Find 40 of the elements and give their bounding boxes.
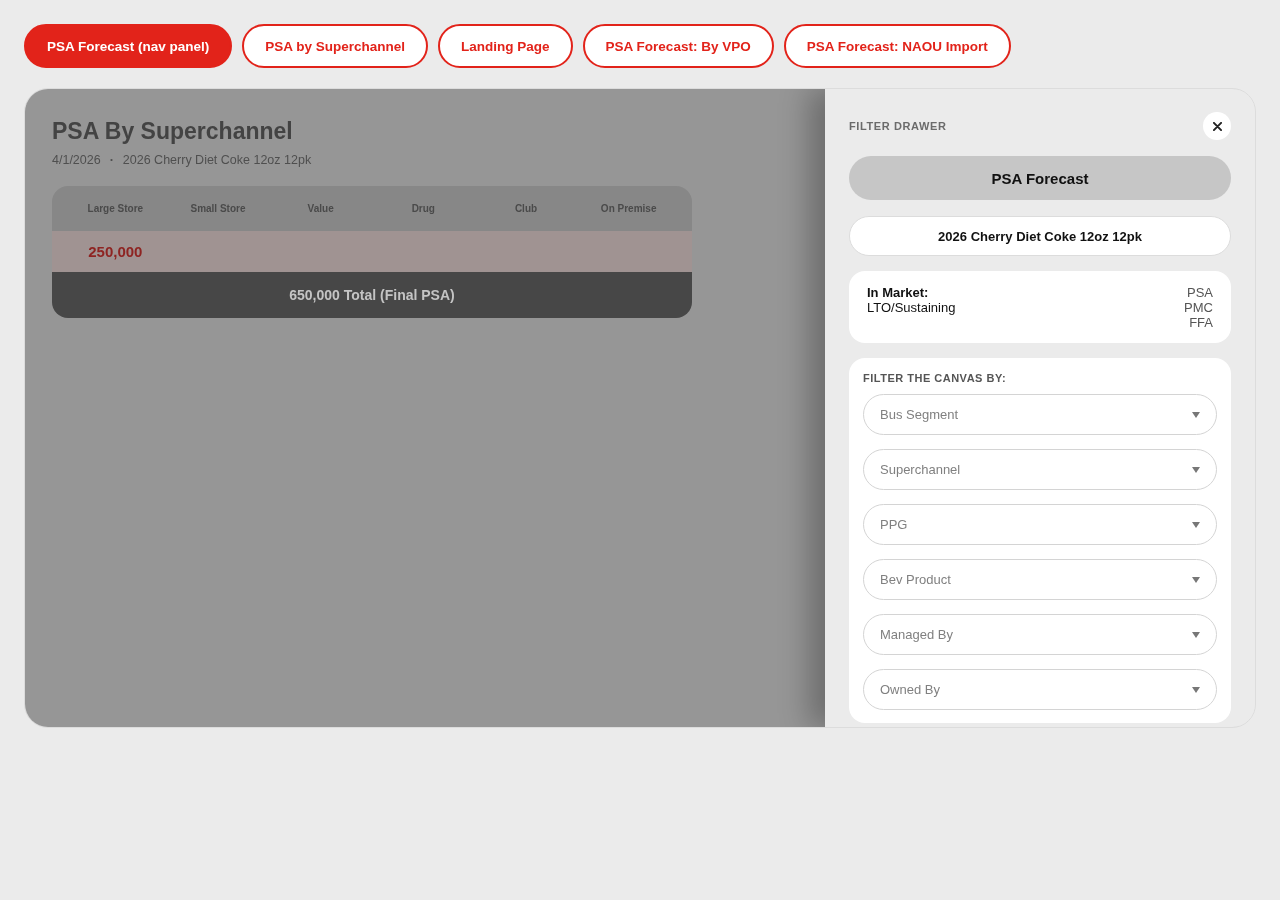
- total-row: 650,000 Total (Final PSA): [52, 272, 692, 318]
- column-header: Club: [514, 203, 538, 214]
- status-value: LTO/Sustaining: [867, 300, 956, 315]
- caret-icon: [1192, 411, 1200, 418]
- status-tag: FFA: [1189, 315, 1213, 330]
- select-field[interactable]: Bus Segment: [863, 394, 1217, 435]
- status-tag: PSA: [1187, 285, 1213, 300]
- select-field[interactable]: Managed By: [863, 614, 1217, 655]
- close-icon: [1212, 121, 1222, 131]
- status-tag: PMC: [1184, 300, 1213, 315]
- view-button[interactable]: PSA Forecast: [849, 156, 1231, 200]
- caret-icon: [1192, 521, 1200, 528]
- column-header: Small Store: [190, 203, 246, 214]
- nav-tab[interactable]: PSA Forecast: NAOU Import: [783, 24, 1011, 68]
- caret-icon: [1192, 686, 1200, 693]
- column-header: Value: [307, 203, 334, 214]
- select-field[interactable]: Owned By: [863, 669, 1217, 710]
- caret-icon: [1192, 631, 1200, 638]
- close-button[interactable]: [1203, 112, 1231, 140]
- select-field[interactable]: Superchannel: [863, 449, 1217, 490]
- product-button[interactable]: 2026 Cherry Diet Coke 12oz 12pk: [849, 216, 1231, 256]
- column-header: On Premise: [600, 203, 657, 214]
- nav-tab[interactable]: PSA Forecast (nav panel): [24, 24, 233, 68]
- report-date: 4/1/2026: [52, 152, 101, 168]
- select-field[interactable]: PPG: [863, 504, 1217, 545]
- report-product: 2026 Cherry Diet Coke 12oz 12pk: [122, 152, 312, 168]
- column-header: Drug: [411, 203, 435, 214]
- drawer-title: FILTER DRAWER: [849, 120, 947, 132]
- report-title: PSA By Superchannel: [52, 117, 293, 146]
- filter-title: FILTER THE CANVAS BY:: [863, 372, 1008, 384]
- nav-tab[interactable]: PSA Forecast: By VPO: [582, 24, 774, 68]
- subtitle-separator: ·: [109, 152, 114, 168]
- table-cell: 250,000: [88, 243, 143, 260]
- status-label: In Market:: [867, 285, 930, 300]
- caret-icon: [1192, 466, 1200, 473]
- nav-tab[interactable]: PSA by Superchannel: [242, 24, 429, 68]
- nav-tab[interactable]: Landing Page: [438, 24, 573, 68]
- caret-icon: [1192, 576, 1200, 583]
- column-header: Large Store: [87, 203, 144, 214]
- select-field[interactable]: Bev Product: [863, 559, 1217, 600]
